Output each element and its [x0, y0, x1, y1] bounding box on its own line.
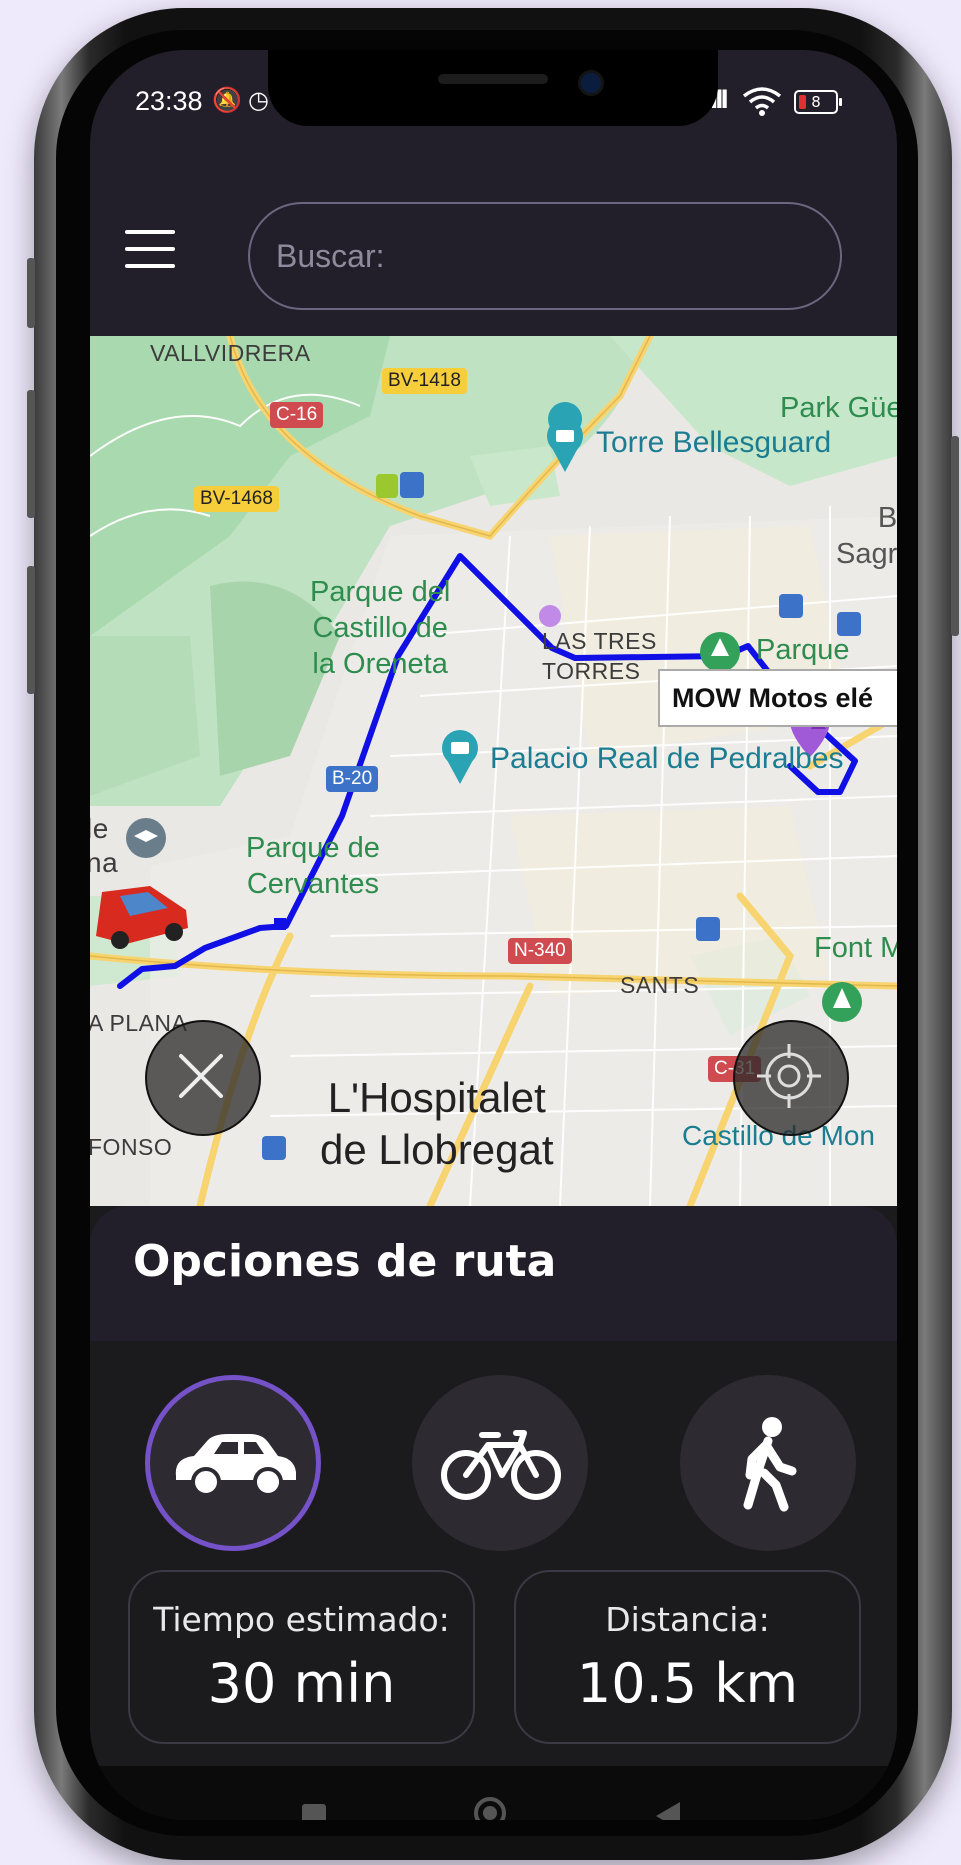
distance-value: 10.5 km: [576, 1652, 799, 1715]
wifi-icon: [742, 87, 782, 116]
map-label-hospitalet: L'Hospitalet de Llobregat: [320, 1074, 554, 1173]
phone-screen: 23:38 🔕 ◷ ıll 8 Buscar: VALLVIDRERA BV-1…: [90, 50, 897, 1820]
front-camera: [578, 70, 604, 96]
status-bar: 23:38 🔕 ◷ ıll 8: [90, 50, 897, 146]
home-circle-icon[interactable]: [474, 1797, 506, 1820]
panel-title: Opciones de ruta: [133, 1236, 557, 1287]
bike-icon: [441, 1430, 561, 1500]
search-input[interactable]: [248, 202, 842, 310]
estimated-time-card: Tiempo estimado: 30 min: [128, 1570, 475, 1744]
phone-side-button: [27, 390, 35, 518]
close-route-button[interactable]: [145, 1020, 261, 1136]
map-label-palacio-real: Palacio Real de Pedralbes: [490, 742, 844, 775]
panel-header: Opciones de ruta: [90, 1206, 897, 1341]
status-time: 23:38: [135, 86, 203, 116]
distance-card: Distancia: 10.5 km: [514, 1570, 861, 1744]
map-label-parque: Parque: [756, 634, 850, 666]
distance-label: Distancia:: [605, 1600, 770, 1639]
hamburger-icon[interactable]: [125, 230, 175, 268]
car-icon: [175, 1434, 296, 1497]
system-nav-bar: [90, 1766, 897, 1820]
recents-square-icon[interactable]: [302, 1804, 326, 1820]
mode-bike-button[interactable]: [412, 1375, 588, 1551]
map-label-parque-cervantes: Parque de Cervantes: [246, 832, 380, 900]
close-icon: [179, 1054, 223, 1098]
alarm-icon: ◷: [248, 86, 269, 114]
map-view[interactable]: VALLVIDRERA BV-1418 C-16 BV-1468 Park Gü…: [90, 336, 897, 1206]
map-shield-bv1468: BV-1468: [194, 486, 279, 512]
phone-side-button: [27, 566, 35, 694]
route-options-panel: Opciones de ruta Tiempo estimado: 30 min…: [90, 1206, 897, 1766]
mode-car-button[interactable]: [145, 1375, 321, 1551]
battery-icon: 8: [794, 90, 842, 114]
map-label-fonso: FONSO: [90, 1134, 173, 1160]
estimated-time-value: 30 min: [207, 1652, 396, 1715]
map-shield-bv1418: BV-1418: [382, 368, 467, 394]
back-triangle-icon[interactable]: [656, 1802, 680, 1820]
app-header: [90, 146, 897, 336]
map-label-sants: SANTS: [620, 972, 700, 998]
map-label-font-m: Font M: [814, 932, 897, 964]
crosshair-icon: [757, 1044, 821, 1108]
phone-power-button: [951, 436, 959, 636]
map-label-torre-bellesguard: Torre Bellesguard: [596, 426, 832, 459]
mute-notifications-icon: 🔕: [212, 86, 242, 114]
walk-icon: [743, 1417, 797, 1512]
locate-me-button[interactable]: [733, 1020, 849, 1136]
phone-side-button: [27, 258, 35, 328]
poi-popup[interactable]: MOW Motos elé: [658, 669, 897, 727]
map-label-b-sagr: B Sagr: [836, 502, 897, 570]
map-shield-c16: C-16: [270, 402, 324, 428]
camera-notch: [268, 50, 718, 126]
mode-walk-button[interactable]: [680, 1375, 856, 1551]
speaker-grille: [438, 74, 548, 84]
estimated-time-label: Tiempo estimado:: [153, 1600, 450, 1639]
map-shield-n340: N-340: [508, 938, 572, 964]
map-shield-b20: B-20: [326, 766, 379, 792]
map-label-park-guell: Park Güe: [780, 392, 897, 424]
map-label-parque-castillo: Parque del Castillo de la Oreneta: [310, 576, 451, 680]
map-label-vallvidrera: VALLVIDRERA: [150, 340, 311, 366]
map-label-las-tres-torres: LAS TRES TORRES: [542, 628, 657, 684]
map-label-le-na: le na: [90, 813, 119, 878]
